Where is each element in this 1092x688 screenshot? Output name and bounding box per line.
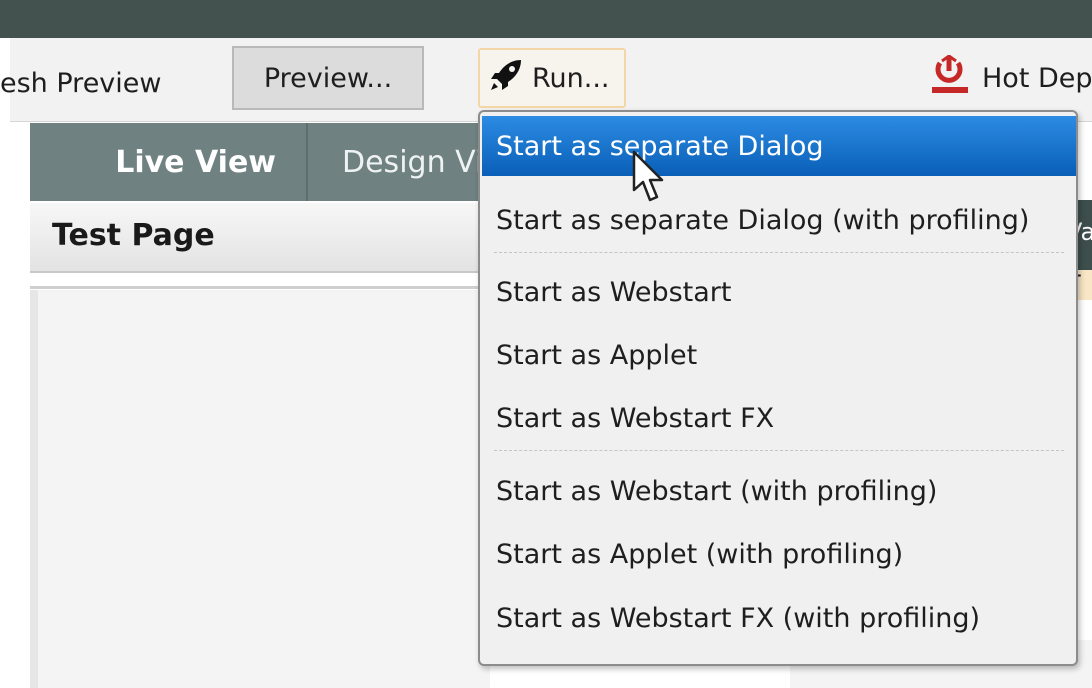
menu-item-start-webstart-profiling[interactable]: Start as Webstart (with profiling) xyxy=(482,461,1076,521)
page-title: Test Page xyxy=(52,218,215,253)
menu-item-start-webstart-fx[interactable]: Start as Webstart FX xyxy=(482,388,1076,448)
refresh-preview-button[interactable]: esh Preview xyxy=(0,68,161,99)
hot-deploy-button[interactable]: Hot Dep xyxy=(928,48,1092,108)
hot-deploy-icon xyxy=(928,53,972,102)
tab-design-view[interactable]: Design View xyxy=(310,123,490,201)
menu-item-start-applet[interactable]: Start as Applet xyxy=(482,325,1076,385)
menu-separator xyxy=(494,450,1064,451)
run-button-label: Run... xyxy=(532,62,610,94)
run-dropdown-menu: Start as separate Dialog Start as separa… xyxy=(478,110,1078,666)
divider xyxy=(30,286,490,289)
menu-item-start-webstart[interactable]: Start as Webstart xyxy=(482,262,1076,322)
menu-item-start-webstart-fx-profiling[interactable]: Start as Webstart FX (with profiling) xyxy=(482,588,1076,648)
menu-item-start-separate-dialog-profiling[interactable]: Start as separate Dialog (with profiling… xyxy=(482,190,1076,250)
window-title-bar xyxy=(0,0,1092,38)
menu-item-start-applet-profiling[interactable]: Start as Applet (with profiling) xyxy=(482,524,1076,584)
preview-button-label: Preview... xyxy=(263,62,393,94)
live-view-canvas[interactable] xyxy=(30,290,490,688)
menu-item-start-separate-dialog[interactable]: Start as separate Dialog xyxy=(482,116,1076,176)
tab-live-view[interactable]: Live View xyxy=(30,123,308,201)
hot-deploy-label: Hot Dep xyxy=(982,62,1092,94)
menu-separator xyxy=(494,252,1064,253)
run-button[interactable]: Run... xyxy=(478,48,626,108)
preview-button[interactable]: Preview... xyxy=(232,46,424,110)
mouse-pointer-icon xyxy=(632,150,672,210)
rocket-icon xyxy=(488,57,524,100)
